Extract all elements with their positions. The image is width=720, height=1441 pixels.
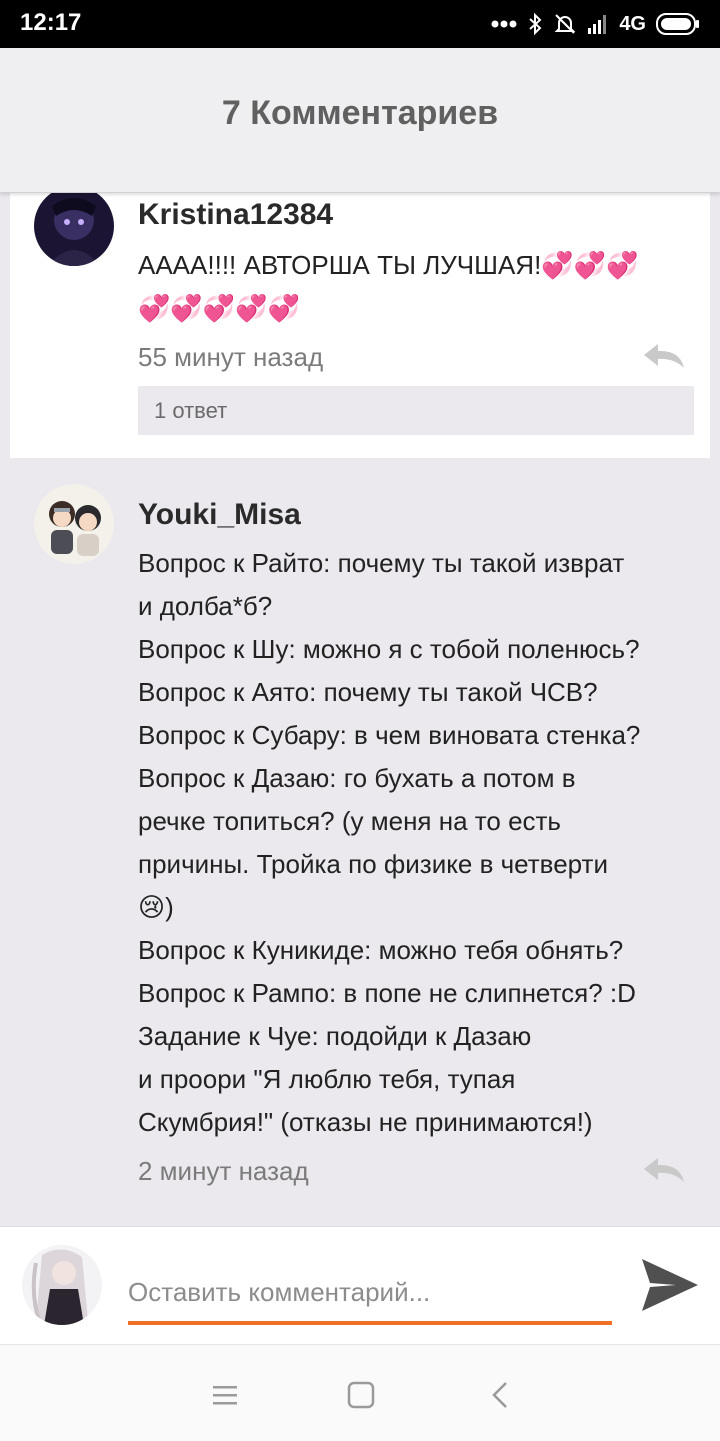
comment-text: АААА!!!! АВТОРША ТЫ ЛУЧШАЯ!💞💞💞 💞💞💞💞💞 bbox=[138, 250, 639, 323]
menu-icon[interactable] bbox=[205, 1375, 245, 1415]
comment-time: 2 минут назад bbox=[138, 1156, 309, 1186]
page-title: 7 Комментариев bbox=[221, 94, 499, 132]
network-type: 4G bbox=[619, 12, 646, 35]
user-avatar[interactable] bbox=[22, 1245, 102, 1325]
battery-icon bbox=[656, 13, 699, 35]
signal-icon bbox=[588, 15, 607, 34]
reply-icon[interactable] bbox=[642, 342, 686, 370]
reply-icon[interactable] bbox=[642, 1156, 686, 1184]
back-icon[interactable] bbox=[480, 1375, 520, 1415]
comment-time: 55 минут назад bbox=[138, 342, 324, 372]
replies-button[interactable]: 1 ответ bbox=[138, 386, 694, 435]
more-dots-icon bbox=[491, 20, 517, 28]
avatar[interactable] bbox=[34, 186, 114, 266]
system-nav-bar bbox=[0, 1344, 720, 1441]
avatar[interactable] bbox=[34, 484, 114, 564]
bluetooth-icon bbox=[529, 12, 542, 36]
bell-off-icon bbox=[554, 14, 576, 34]
comment-card: Kristina12384 АААА!!!! АВТОРША ТЫ ЛУЧШАЯ… bbox=[10, 186, 710, 458]
comment-input[interactable] bbox=[128, 1263, 612, 1325]
send-icon[interactable] bbox=[640, 1257, 700, 1313]
comments-header: 7 Комментариев bbox=[0, 48, 720, 193]
status-time: 12:17 bbox=[20, 9, 82, 36]
status-bar: 12:17 4G bbox=[0, 0, 720, 48]
comment-text: Вопрос к Райто: почему ты такой изврат и… bbox=[138, 548, 641, 1137]
comment-composer bbox=[0, 1226, 720, 1345]
comment-username[interactable]: Kristina12384 bbox=[138, 198, 333, 232]
replies-count: 1 ответ bbox=[154, 398, 228, 423]
comment-username[interactable]: Youki_Misa bbox=[138, 498, 301, 532]
home-icon[interactable] bbox=[341, 1375, 381, 1415]
status-icons: 4G bbox=[491, 10, 700, 38]
